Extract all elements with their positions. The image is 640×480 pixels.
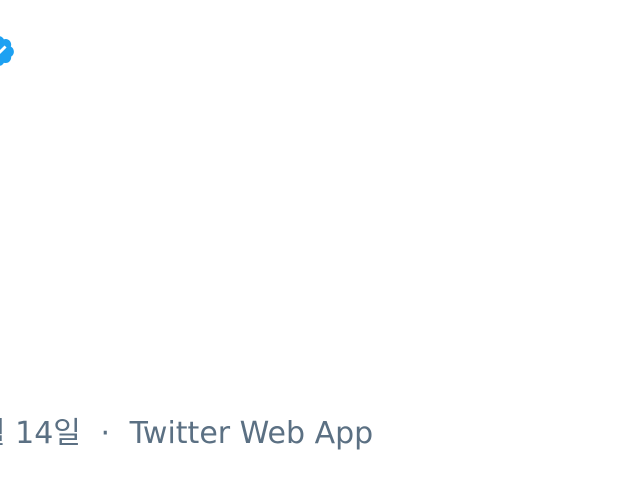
meta-separator: ·: [100, 416, 111, 451]
verified-badge-icon: [0, 34, 16, 68]
tweet-metadata: 월 14일 · Twitter Web App: [0, 412, 373, 456]
tweet-date-link[interactable]: 월 14일: [0, 412, 81, 456]
tweet-source-link[interactable]: Twitter Web App: [130, 412, 374, 456]
